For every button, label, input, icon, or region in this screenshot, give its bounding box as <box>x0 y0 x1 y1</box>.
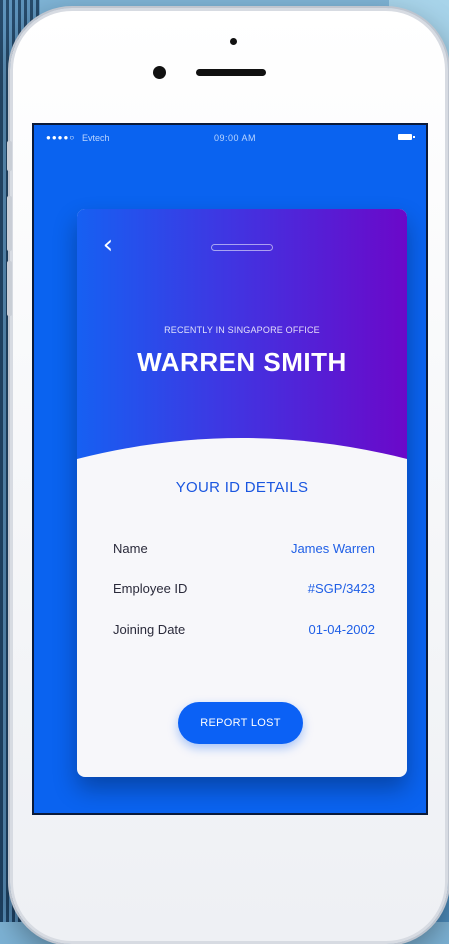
detail-value: #SGP/3423 <box>307 581 375 596</box>
location-subtitle: RECENTLY IN SINGAPORE OFFICE <box>164 325 320 335</box>
status-time: 09:00 AM <box>214 133 257 143</box>
carrier-name: Evtech <box>82 133 110 143</box>
detail-label: Employee ID <box>113 581 188 596</box>
signal-icon: ●●●●○ <box>46 133 76 142</box>
status-bar: ●●●●○ Evtech 09:00 AM <box>34 125 426 149</box>
id-card: ‹ RECENTLY IN SINGAPORE OFFICE WARREN SM… <box>77 209 407 777</box>
phone-side-button <box>7 141 12 171</box>
detail-row-name: Name James Warren <box>113 541 375 559</box>
phone-sensor-icon <box>230 38 237 45</box>
detail-row-joining-date: Joining Date 01-04-2002 <box>113 622 375 640</box>
detail-row-employee-id: Employee ID #SGP/3423 <box>113 581 375 599</box>
detail-label: Name <box>113 541 148 556</box>
drag-handle[interactable] <box>211 244 273 251</box>
phone-volume-up-button <box>7 196 12 251</box>
section-title: YOUR ID DETAILS <box>175 479 309 496</box>
battery-icon <box>398 134 415 140</box>
phone-camera-icon <box>153 66 166 79</box>
detail-value: James Warren <box>290 541 375 556</box>
detail-label: Joining Date <box>113 622 186 637</box>
phone-screen: ●●●●○ Evtech 09:00 AM ‹ RECENTLY IN SING… <box>32 123 428 815</box>
report-lost-button[interactable]: REPORT LOST <box>178 702 303 744</box>
employee-name-title: WARREN SMITH <box>137 347 347 377</box>
phone-frame: ●●●●○ Evtech 09:00 AM ‹ RECENTLY IN SING… <box>7 8 448 944</box>
phone-speaker-icon <box>196 69 266 76</box>
detail-value: 01-04-2002 <box>308 622 376 637</box>
phone-volume-down-button <box>7 261 12 316</box>
back-chevron-icon[interactable]: ‹ <box>97 232 119 259</box>
